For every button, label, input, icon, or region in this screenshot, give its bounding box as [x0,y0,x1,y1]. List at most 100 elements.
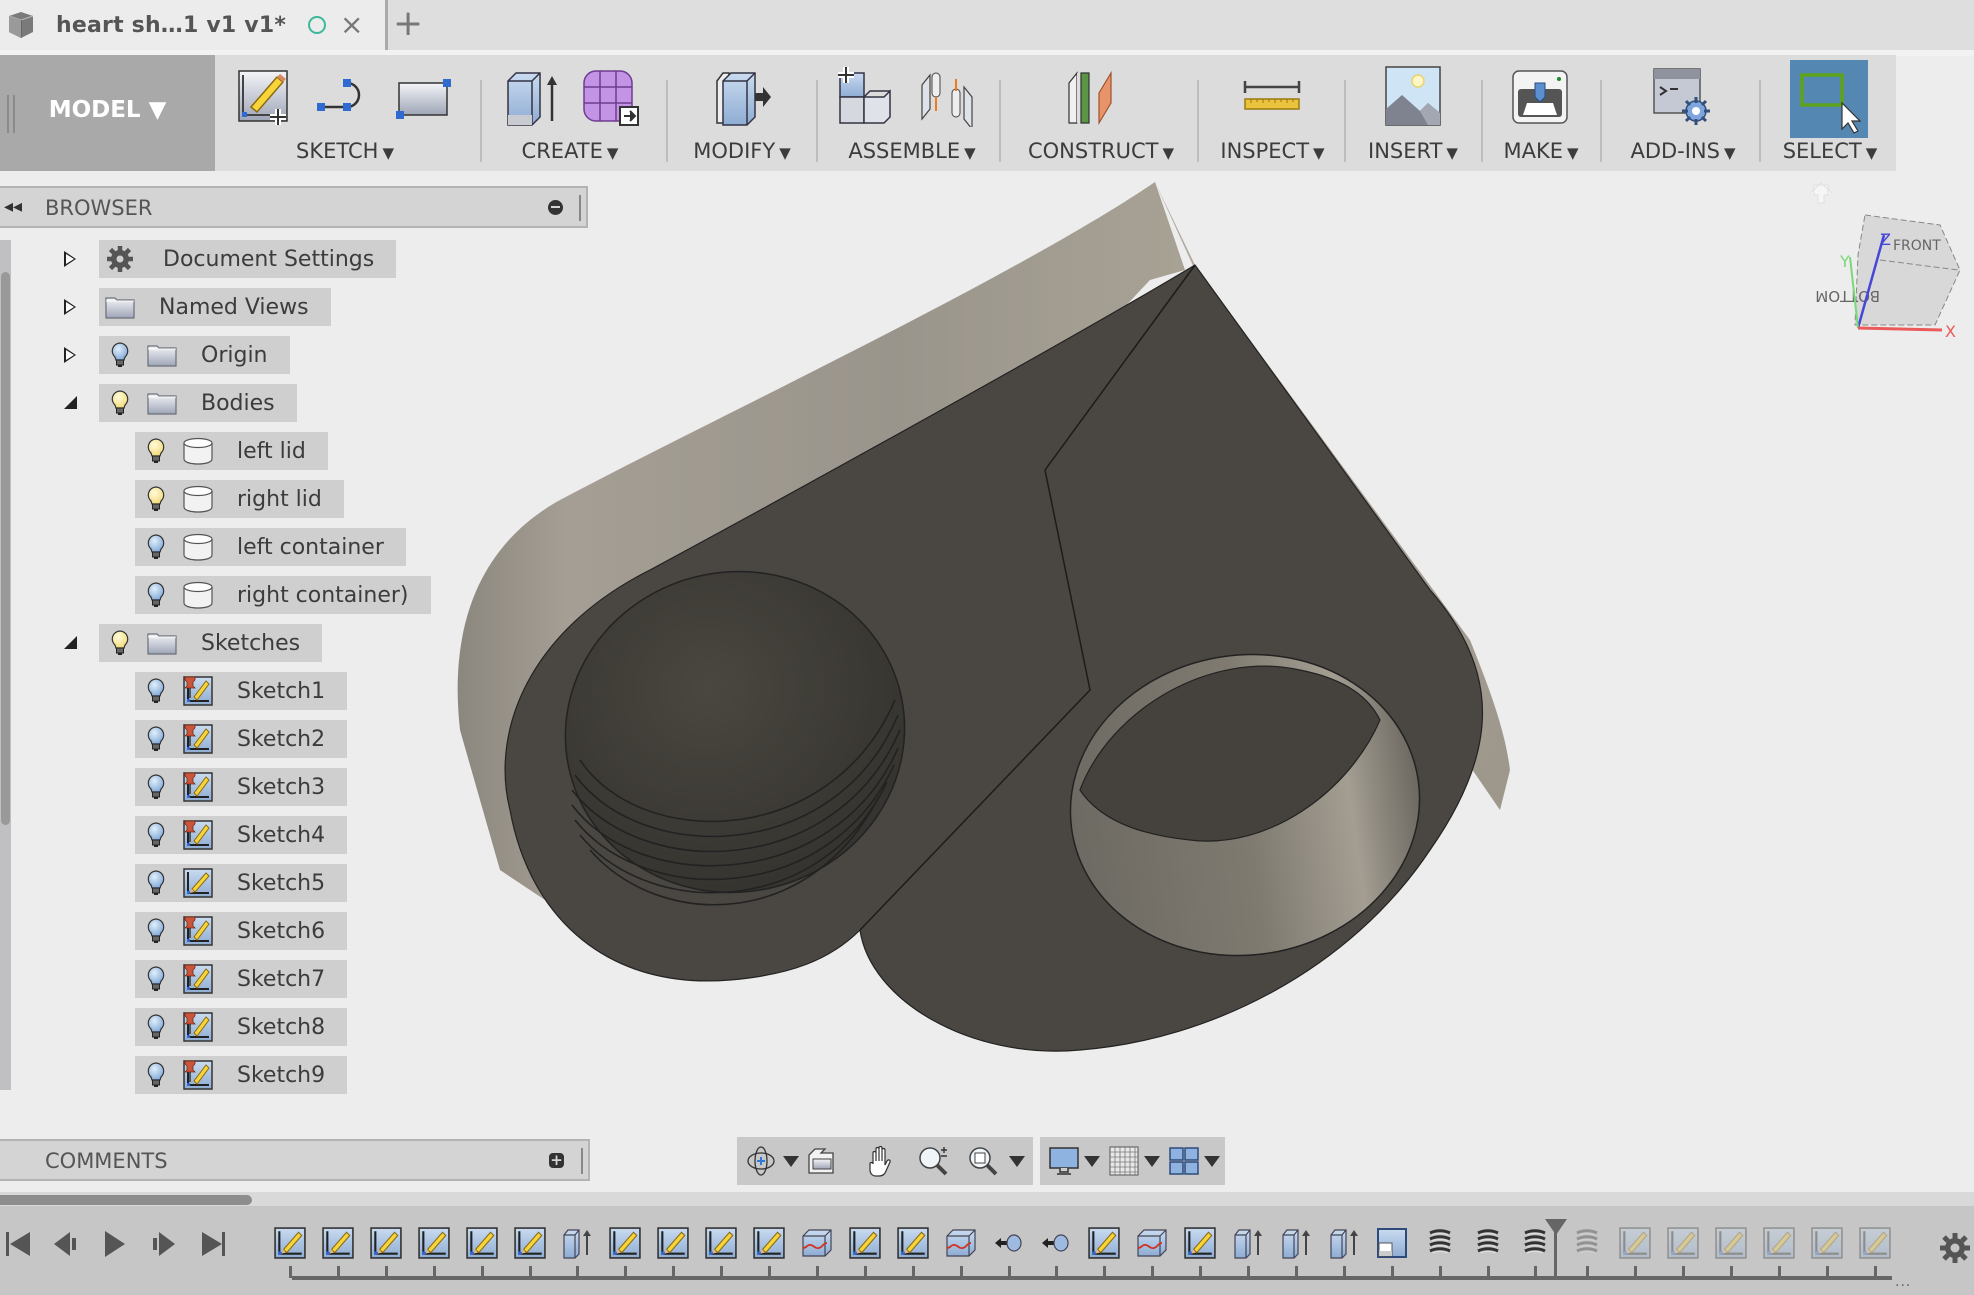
browser-item[interactable]: Sketch4 [135,816,348,854]
timeline-sketch-icon[interactable] [657,1227,689,1259]
viewports-dropdown[interactable] [1204,1156,1220,1167]
timeline-settings-gear-icon[interactable] [1938,1231,1972,1265]
orbit-dropdown[interactable] [783,1156,799,1167]
collapsed-caret-icon[interactable] [64,251,76,267]
timeline-sketch-icon[interactable] [897,1227,929,1259]
timeline-sketch-icon[interactable] [1088,1227,1120,1259]
fit-window-icon[interactable] [967,1145,999,1177]
visibility-bulb-icon[interactable] [147,438,165,464]
timeline-sketch-icon[interactable] [1811,1227,1843,1259]
visibility-bulb-icon[interactable] [147,966,165,992]
new-tab-button[interactable]: + [393,4,423,44]
inspect-menu[interactable]: INSPECT ▼ [1205,139,1340,163]
display-settings-icon[interactable] [1048,1145,1080,1177]
visibility-bulb-icon[interactable] [111,342,129,368]
timeline-extrude-icon[interactable] [1328,1227,1360,1259]
timeline-sketch-icon[interactable] [466,1227,498,1259]
insert-menu[interactable]: INSERT ▼ [1352,139,1474,163]
browser-item[interactable]: Sketches [99,624,323,662]
timeline-sketch-icon[interactable] [1715,1227,1747,1259]
timeline-sketch-icon[interactable] [1619,1227,1651,1259]
collapse-browser-icon[interactable]: ◂◂ [4,196,22,217]
timeline-split-body-icon[interactable] [945,1227,977,1259]
go-to-end-button[interactable] [198,1229,228,1259]
arc-line-icon[interactable] [315,65,377,127]
timeline-thread-icon[interactable] [1571,1227,1603,1259]
timeline-split-face-icon[interactable] [1376,1227,1408,1259]
rectangle-icon[interactable] [393,65,455,127]
browser-item[interactable]: Sketch8 [135,1008,348,1046]
timeline-sketch-icon[interactable] [370,1227,402,1259]
visibility-bulb-icon[interactable] [147,582,165,608]
expanded-caret-icon[interactable] [64,636,77,649]
model-viewport[interactable] [450,170,1530,1080]
modify-menu[interactable]: MODIFY ▼ [676,139,808,163]
add-comment-icon[interactable]: + [549,1153,564,1168]
timeline-sketch-icon[interactable] [418,1227,450,1259]
visibility-bulb-icon[interactable] [147,774,165,800]
tspline-form-icon[interactable] [580,65,642,127]
extrude-icon[interactable] [502,65,564,127]
addins-menu[interactable]: ADD-INS ▼ [1608,139,1758,163]
browser-scrollbar-thumb[interactable] [1,272,10,825]
browser-item[interactable]: Sketch9 [135,1056,348,1094]
create-menu[interactable]: CREATE ▼ [490,139,650,163]
browser-item[interactable]: Sketch3 [135,768,348,806]
timeline-sketch-icon[interactable] [705,1227,737,1259]
browser-item[interactable]: Origin [99,336,290,374]
browser-item[interactable]: Sketch6 [135,912,348,950]
timeline-sketch-icon[interactable] [1184,1227,1216,1259]
step-back-button[interactable] [52,1229,82,1259]
timeline-sketch-icon[interactable] [322,1227,354,1259]
timeline-joint-icon[interactable] [993,1227,1025,1259]
go-to-start-button[interactable] [4,1229,34,1259]
timeline-sketch-icon[interactable] [514,1227,546,1259]
visibility-bulb-icon[interactable] [111,390,129,416]
display-dropdown[interactable] [1084,1156,1100,1167]
close-tab-icon[interactable]: × [340,11,363,39]
visibility-bulb-icon[interactable] [147,1062,165,1088]
browser-item[interactable]: Document Settings [99,240,397,278]
home-view-icon[interactable] [1809,182,1833,204]
visibility-bulb-icon[interactable] [147,918,165,944]
assemble-menu[interactable]: ASSEMBLE ▼ [826,139,998,163]
panel-resize-grip[interactable] [581,1148,583,1174]
visibility-bulb-icon[interactable] [147,678,165,704]
browser-item[interactable]: Sketch5 [135,864,348,902]
expanded-caret-icon[interactable] [64,396,77,409]
timeline-sketch-icon[interactable] [1763,1227,1795,1259]
grid-dropdown[interactable] [1144,1156,1160,1167]
window-select-icon[interactable] [1792,63,1864,135]
insert-image-icon[interactable] [1382,65,1444,127]
browser-item[interactable]: left lid [135,432,328,470]
timeline-thread-icon[interactable] [1472,1227,1504,1259]
timeline-sketch-icon[interactable] [849,1227,881,1259]
browser-item[interactable]: Named Views [99,288,331,326]
browser-item[interactable]: left container [135,528,406,566]
collapsed-caret-icon[interactable] [64,299,76,315]
orbit-icon[interactable] [745,1145,777,1177]
viewcube-front-label[interactable]: FRONT [1893,238,1941,254]
viewports-icon[interactable] [1168,1145,1200,1177]
zoom-icon[interactable] [917,1145,949,1177]
timeline-thread-icon[interactable] [1424,1227,1456,1259]
browser-item[interactable]: right container) [135,576,431,614]
play-button[interactable] [100,1229,130,1259]
browser-item[interactable]: Sketch7 [135,960,348,998]
step-forward-button[interactable] [148,1229,178,1259]
timeline-sketch-icon[interactable] [753,1227,785,1259]
timeline-split-body-icon[interactable] [801,1227,833,1259]
press-pull-icon[interactable] [711,65,773,127]
timeline-sketch-icon[interactable] [1667,1227,1699,1259]
offset-plane-icon[interactable] [1065,65,1127,127]
visibility-bulb-icon[interactable] [147,1014,165,1040]
timeline-split-body-icon[interactable] [1136,1227,1168,1259]
browser-item[interactable]: Sketch2 [135,720,348,758]
browser-item[interactable]: Bodies [99,384,297,422]
viewcube-bottom-label[interactable]: BOTTOM [1815,287,1880,305]
browser-item[interactable]: Sketch1 [135,672,348,710]
document-tab[interactable]: heart sh…1 v1 v1* × [0,0,388,50]
construct-menu[interactable]: CONSTRUCT ▼ [1005,139,1197,163]
browser-item[interactable]: right lid [135,480,344,518]
collapsed-caret-icon[interactable] [64,347,76,363]
